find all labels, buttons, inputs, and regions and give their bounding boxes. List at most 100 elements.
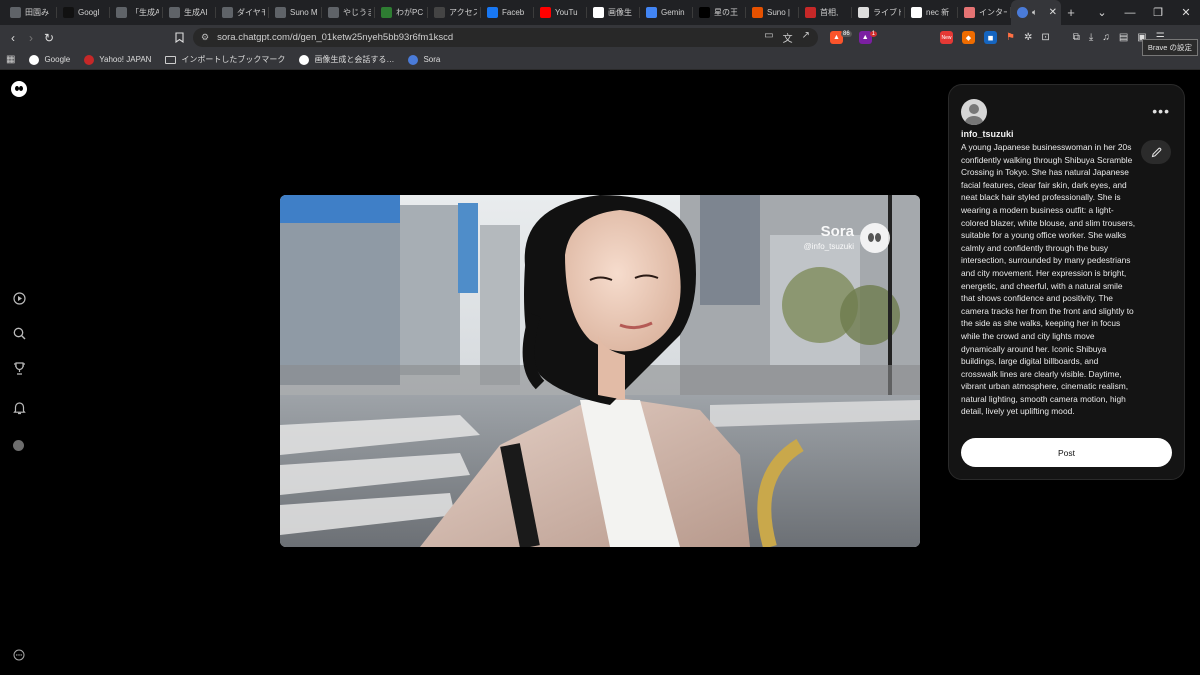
extension-blue-icon[interactable]: ◼ [984, 31, 997, 44]
browser-tab[interactable]: 首相, [799, 0, 852, 25]
new-tab-button[interactable]: + [1061, 0, 1081, 25]
browser-tab[interactable]: YouTu [534, 0, 587, 25]
bookmark-label: Google [44, 55, 71, 64]
tab-label: インター [979, 8, 1007, 17]
yahoo-icon [84, 54, 95, 65]
browser-tab[interactable]: インター [958, 0, 1011, 25]
post-button[interactable]: Post [961, 438, 1172, 467]
play-icon[interactable] [12, 291, 26, 305]
maximize-button[interactable]: ❐ [1144, 0, 1172, 25]
sora-logo-icon[interactable] [11, 81, 27, 97]
more-options-icon[interactable] [12, 648, 26, 662]
browser-tab[interactable]: Gemin [640, 0, 693, 25]
youtube-icon [540, 7, 551, 18]
address-bar[interactable]: ⚙︎ sora.chatgpt.com/d/gen_01ketw25nyeh5b… [193, 28, 818, 47]
browser-tab[interactable]: 田園み [4, 0, 57, 25]
back-button[interactable]: ‹ [4, 25, 22, 50]
browser-tab[interactable]: 星の王 [693, 0, 746, 25]
tab-label: Googl [78, 8, 100, 17]
video-player[interactable]: Sora @info_tsuzuki [280, 195, 920, 547]
browser-tab[interactable]: Faceb [481, 0, 534, 25]
x-icon [699, 7, 710, 18]
browser-tab[interactable]: やじうま [322, 0, 375, 25]
url-text[interactable]: sora.chatgpt.com/d/gen_01ketw25nyeh5bb93… [217, 32, 453, 43]
minimize-button[interactable]: — [1116, 0, 1144, 25]
speaker-icon[interactable]: 🔈︎ [1032, 7, 1037, 18]
bookmarks-bar: ▦ Google Yahoo! JAPAN インポートしたブックマーク 画像生成と会話… [0, 50, 1200, 70]
bookmark-item[interactable]: 画像生成と会話する… [299, 54, 394, 65]
red-square-icon [964, 7, 975, 18]
bell-icon[interactable] [12, 401, 26, 415]
settings-tooltip: Brave の設定 [1141, 39, 1198, 56]
sora-icon [1017, 7, 1028, 18]
translate-icon[interactable]: 文 [783, 30, 793, 45]
download-icon[interactable]: ⤓ [1089, 32, 1093, 43]
search-icon[interactable] [12, 326, 26, 340]
extension-box-icon[interactable]: ⊡ [1041, 32, 1049, 43]
browser-tab[interactable]: わがPC [375, 0, 428, 25]
bookmark-item[interactable]: Sora [408, 54, 440, 65]
user-avatar[interactable] [961, 99, 987, 125]
extension-flag-icon[interactable]: ⚑ [1006, 32, 1015, 43]
tab-label: YouTu [555, 8, 578, 17]
tab-label: 首相, [820, 8, 839, 17]
tab-label: 「生成A [131, 8, 159, 17]
trophy-icon[interactable] [12, 361, 26, 375]
tab-sora-active[interactable]: 🔈︎ ✕ [1011, 0, 1061, 25]
browser-tab[interactable]: Suno | [746, 0, 799, 25]
edit-button[interactable] [1141, 140, 1171, 164]
browser-tab[interactable]: nec 新 [905, 0, 958, 25]
globe-icon [116, 7, 127, 18]
browser-tab[interactable]: Googl [57, 0, 110, 25]
tab-label: 生成AI [184, 8, 208, 17]
sora-icon [408, 54, 419, 65]
browser-tab[interactable]: 画像生 [587, 0, 640, 25]
browser-tab[interactable]: 「生成A [110, 0, 163, 25]
brave-shields-area: ▲ 86 ▲ 1 [830, 28, 878, 47]
new-extension-icon[interactable]: New [940, 31, 953, 44]
bookmark-item[interactable]: Google [29, 54, 70, 65]
tab-label: Suno | [767, 8, 790, 17]
tab-label: Faceb [502, 8, 525, 17]
reload-button[interactable]: ↻ [40, 25, 58, 50]
extension-orange-icon[interactable]: ◆ [962, 31, 975, 44]
watermark-title: Sora [820, 223, 854, 240]
extensions-toolbar: New ◆ ◼ ⚑ ✲ ⊡ ⧉ ⤓ ♫ ▤ ▣ ☰ [940, 28, 1165, 47]
sidebar-toggle-icon[interactable]: ▤ [1119, 32, 1128, 43]
browser-tab[interactable]: Suno M [269, 0, 322, 25]
tab-label: ライブド [873, 8, 901, 17]
globe-icon [328, 7, 339, 18]
profile-avatar[interactable] [13, 440, 24, 451]
username[interactable]: info_tsuzuki [961, 129, 1014, 139]
browser-tab[interactable]: ダイヤモ [216, 0, 269, 25]
tab-label: わがPC [396, 8, 424, 17]
more-menu-button[interactable]: ••• [1152, 103, 1170, 119]
browser-tab[interactable]: アクセス [428, 0, 481, 25]
bookmark-item[interactable]: Yahoo! JAPAN [84, 54, 151, 65]
sora-app: Sora @info_tsuzuki ••• info_tsuzuki A yo… [0, 71, 1200, 675]
apps-grid-icon[interactable]: ▦ [6, 54, 15, 65]
tab-label: ダイヤモ [237, 8, 265, 17]
shields-count-badge: 86 [841, 30, 852, 37]
close-tab-icon[interactable]: ✕ [1049, 7, 1057, 18]
share-icon[interactable]: ↗ [802, 30, 810, 45]
close-window-button[interactable]: ✕ [1172, 0, 1200, 25]
livedoor-icon [858, 7, 869, 18]
site-info-icon[interactable]: ⚙︎ [201, 32, 209, 43]
watermark-logo-icon [860, 223, 890, 253]
extension-gear-icon[interactable]: ✲ [1024, 32, 1032, 43]
bookmark-item[interactable]: インポートしたブックマーク [165, 54, 285, 65]
cast-icon[interactable]: ▭ [764, 30, 773, 45]
bookmark-label: 画像生成と会話する… [314, 55, 395, 64]
tab-label: やじうま [343, 8, 371, 17]
browser-tab[interactable]: 生成AI [163, 0, 216, 25]
folder-icon [165, 55, 177, 64]
expand-icon[interactable]: ⌄ [1088, 0, 1116, 25]
puzzle-icon[interactable]: ⧉ [1073, 32, 1080, 43]
bookmark-label: インポートしたブックマーク [181, 55, 286, 64]
bookmark-icon[interactable] [170, 25, 188, 50]
google-icon [29, 54, 40, 65]
forward-button[interactable]: › [22, 25, 40, 50]
music-icon[interactable]: ♫ [1102, 32, 1110, 43]
browser-tab[interactable]: ライブド [852, 0, 905, 25]
